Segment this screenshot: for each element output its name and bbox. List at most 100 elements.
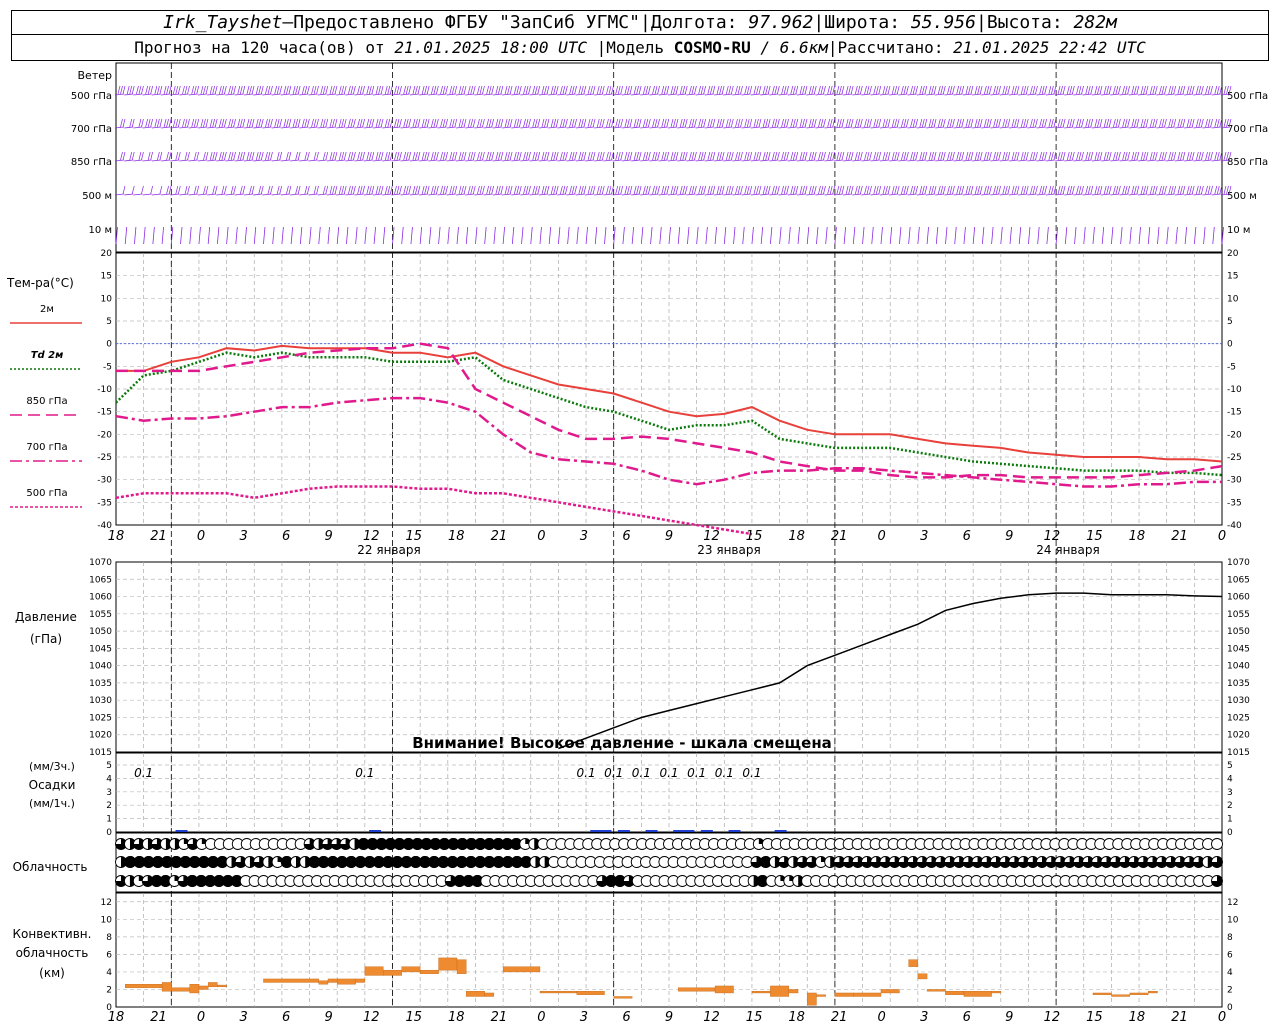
prec-ytick-right: 4 bbox=[1227, 774, 1233, 784]
wind-barb bbox=[972, 126, 982, 129]
conv-cloud-bar bbox=[917, 973, 928, 980]
hour-tick-bottom: 9 bbox=[325, 1010, 333, 1024]
conv-cloud-bar bbox=[466, 991, 485, 997]
wind-barb bbox=[585, 126, 595, 129]
wind-barb-feather bbox=[159, 151, 163, 161]
wind-barb bbox=[963, 226, 966, 245]
wind-barb-feather bbox=[1214, 118, 1218, 128]
wind-barb bbox=[557, 93, 567, 96]
wind-barb-feather bbox=[756, 85, 759, 95]
wind-barb-feather bbox=[565, 118, 568, 128]
wind-barb-feather bbox=[590, 151, 593, 161]
wind-barb bbox=[796, 159, 807, 162]
wind-barb-feather bbox=[424, 85, 427, 95]
wind-barb bbox=[1119, 193, 1129, 196]
wind-barb-feather bbox=[1103, 151, 1107, 161]
wind-barb bbox=[363, 93, 373, 96]
wind-barb-feather bbox=[1004, 151, 1008, 161]
prec-ytick: 2 bbox=[106, 801, 112, 811]
prec-ytick-right: 5 bbox=[1227, 761, 1233, 771]
wind-barb-feather bbox=[1025, 118, 1029, 128]
precip-amount-label: 0.1 bbox=[742, 766, 761, 780]
wind-barb-feather bbox=[772, 185, 775, 195]
wind-barb-feather bbox=[1078, 185, 1082, 195]
wind-barb bbox=[1110, 193, 1120, 196]
wind-barb-feather bbox=[166, 151, 169, 161]
wind-barb-feather bbox=[1078, 85, 1082, 95]
wind-barb-feather bbox=[1097, 118, 1100, 128]
wind-barb-feather bbox=[470, 185, 474, 195]
wind-barb-feather bbox=[157, 151, 160, 161]
hour-tick: 15 bbox=[1086, 529, 1103, 544]
wind-barb-feather bbox=[989, 151, 992, 161]
wind-barb bbox=[253, 193, 263, 196]
wind-barb-feather bbox=[389, 185, 393, 195]
wind-barb bbox=[492, 93, 502, 96]
hour-tick: 18 bbox=[448, 529, 465, 544]
wind-barb-feather bbox=[550, 185, 554, 195]
wind-barb-feather bbox=[643, 151, 646, 161]
wind-barb-feather bbox=[1115, 185, 1119, 195]
wind-barb-feather bbox=[408, 118, 412, 128]
wind-barb-feather bbox=[219, 151, 222, 161]
wind-barb bbox=[521, 226, 524, 245]
wind-barb bbox=[474, 93, 484, 96]
wind-barb-feather bbox=[700, 85, 704, 95]
wind-barb-feather bbox=[590, 118, 593, 128]
wind-barb-feather bbox=[477, 151, 480, 161]
wind-barb bbox=[594, 226, 598, 245]
wind-barb-feather bbox=[912, 118, 916, 128]
hour-tick-bottom: 12 bbox=[363, 1010, 380, 1024]
wind-barb-feather bbox=[482, 185, 485, 195]
wind-barb bbox=[142, 193, 152, 196]
wind-barb-feather bbox=[350, 151, 354, 161]
wind-barb-feather bbox=[191, 118, 195, 128]
precip-bar bbox=[728, 830, 741, 832]
wind-barb bbox=[926, 93, 936, 96]
pres-ytick-right: 1015 bbox=[1227, 748, 1250, 758]
conv-cloud-bar bbox=[161, 982, 172, 992]
wind-barb bbox=[437, 193, 447, 196]
wind-barb bbox=[640, 193, 650, 196]
wind-barb-feather bbox=[562, 185, 566, 195]
wind-barb bbox=[907, 193, 917, 196]
wind-barb bbox=[667, 93, 678, 96]
wind-barb-feather bbox=[1051, 118, 1054, 128]
wind-level-label: 850 гПа bbox=[71, 157, 112, 168]
wind-barb-feather bbox=[1152, 185, 1156, 195]
wind-barb-feather bbox=[694, 118, 697, 128]
wind-barb-feather bbox=[421, 118, 425, 128]
wind-barb-feather bbox=[864, 185, 867, 195]
wind-barb bbox=[492, 159, 502, 162]
wind-barb-feather bbox=[1062, 151, 1066, 161]
wind-barb-feather bbox=[580, 85, 584, 95]
wind-barb-feather bbox=[765, 85, 769, 95]
wind-barb-feather bbox=[163, 85, 167, 95]
wind-barb bbox=[723, 159, 733, 162]
wind-barb-feather bbox=[968, 85, 971, 95]
wind-barb-feather bbox=[122, 185, 126, 195]
wind-barb bbox=[889, 193, 899, 196]
wind-barb-feather bbox=[159, 118, 163, 128]
wind-barb-feather bbox=[777, 85, 780, 95]
wind-barb-feather bbox=[698, 185, 701, 195]
wind-barb bbox=[271, 93, 281, 96]
wind-barb bbox=[732, 159, 742, 162]
wind-barb-feather bbox=[1025, 185, 1029, 195]
wind-barb-feather bbox=[1191, 118, 1195, 128]
wind-barb-feather bbox=[627, 85, 630, 95]
wind-barb-feather bbox=[509, 85, 513, 95]
wind-barb-feather bbox=[1025, 151, 1029, 161]
conv-cloud-bar bbox=[880, 989, 900, 994]
wind-barb-feather bbox=[454, 185, 458, 195]
wind-barb-feather bbox=[891, 85, 895, 95]
wind-barb-feather bbox=[952, 185, 955, 195]
wind-barb-feather bbox=[147, 85, 151, 95]
wind-barb-feather bbox=[903, 185, 907, 195]
wind-barb-feather bbox=[518, 85, 522, 95]
precip-amount-label: 0.1 bbox=[715, 766, 734, 780]
wind-barb bbox=[538, 93, 549, 96]
wind-barb bbox=[1045, 193, 1055, 196]
wind-barb-feather bbox=[947, 185, 950, 195]
wind-barb bbox=[787, 126, 797, 129]
